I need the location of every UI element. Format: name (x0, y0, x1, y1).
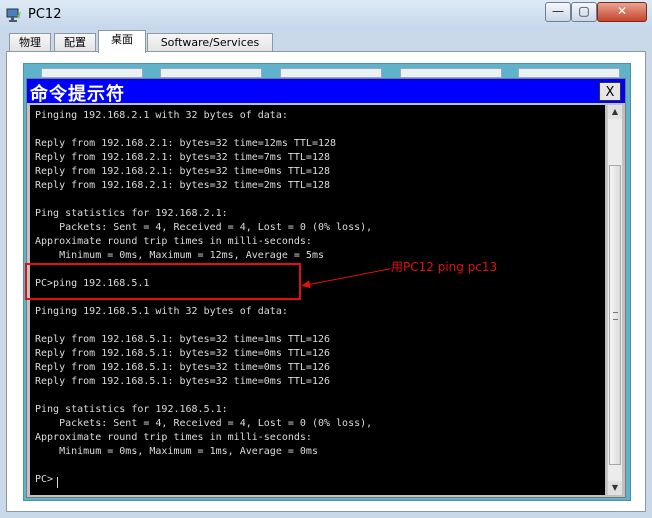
maximize-button[interactable]: ▢ (571, 2, 597, 22)
terminal-line: Reply from 192.168.5.1: bytes=32 time=0m… (35, 376, 331, 387)
command-prompt-close-button[interactable]: X (599, 82, 621, 101)
terminal-line: Ping statistics for 192.168.2.1: (35, 208, 228, 219)
terminal-output[interactable]: Pinging 192.168.2.1 with 32 bytes of dat… (30, 105, 605, 495)
desktop-icon[interactable] (518, 68, 620, 78)
scroll-down-arrow-icon[interactable]: ▼ (608, 481, 622, 495)
terminal-line: Reply from 192.168.2.1: bytes=32 time=0m… (35, 166, 331, 177)
command-prompt-title: 命令提示符 (30, 84, 125, 105)
terminal-scrollbar[interactable]: ▲ ▼ (607, 105, 622, 495)
window-title: PC12 (28, 7, 62, 22)
terminal-line: Ping statistics for 192.168.5.1: (35, 404, 228, 415)
pc-app-icon (6, 8, 21, 22)
terminal-line: Minimum = 0ms, Maximum = 1ms, Average = … (35, 446, 318, 457)
window-titlebar: PC12 — ▢ ✕ (0, 0, 652, 30)
terminal-line: Pinging 192.168.5.1 with 32 bytes of dat… (35, 306, 288, 317)
scroll-up-arrow-icon[interactable]: ▲ (608, 105, 622, 119)
terminal-line: Reply from 192.168.2.1: bytes=32 time=7m… (35, 152, 331, 163)
tab-config[interactable]: 配置 (54, 33, 96, 52)
terminal-line: Reply from 192.168.2.1: bytes=32 time=12… (35, 138, 337, 149)
terminal-line: Packets: Sent = 4, Received = 4, Lost = … (35, 418, 373, 429)
terminal-line: Approximate round trip times in milli-se… (35, 236, 312, 247)
terminal-line: Reply from 192.168.5.1: bytes=32 time=0m… (35, 348, 331, 359)
terminal-line: Reply from 192.168.5.1: bytes=32 time=1m… (35, 334, 331, 345)
scrollbar-thumb[interactable] (609, 165, 621, 465)
minimize-button[interactable]: — (545, 2, 571, 22)
grip-icon (613, 312, 618, 320)
terminal-line: PC> (35, 474, 54, 485)
desktop-icon[interactable] (400, 68, 502, 78)
terminal-line: Minimum = 0ms, Maximum = 12ms, Average =… (35, 250, 324, 261)
highlight-box (25, 263, 301, 300)
tab-physical[interactable]: 物理 (9, 33, 51, 52)
close-button[interactable]: ✕ (597, 2, 647, 22)
terminal-line: Pinging 192.168.2.1 with 32 bytes of dat… (35, 110, 288, 121)
tab-desktop[interactable]: 桌面 (98, 30, 146, 53)
terminal-line: Packets: Sent = 4, Received = 4, Lost = … (35, 222, 373, 233)
command-prompt-titlebar: 命令提示符 X (27, 79, 625, 105)
desktop-icon[interactable] (160, 68, 262, 78)
desktop-icon[interactable] (280, 68, 382, 78)
terminal-line: Reply from 192.168.5.1: bytes=32 time=0m… (35, 362, 331, 373)
annotation-label: 用PC12 ping pc13 (391, 260, 498, 274)
desktop-icon[interactable] (41, 68, 143, 78)
terminal-line: Approximate round trip times in milli-se… (35, 432, 312, 443)
terminal-line: Reply from 192.168.2.1: bytes=32 time=2m… (35, 180, 331, 191)
annotation-arrowhead-icon (300, 280, 311, 290)
tab-software-services[interactable]: Software/Services (147, 33, 273, 52)
tab-bar: 物理 配置 桌面 Software/Services (6, 30, 646, 53)
text-cursor (57, 477, 58, 488)
